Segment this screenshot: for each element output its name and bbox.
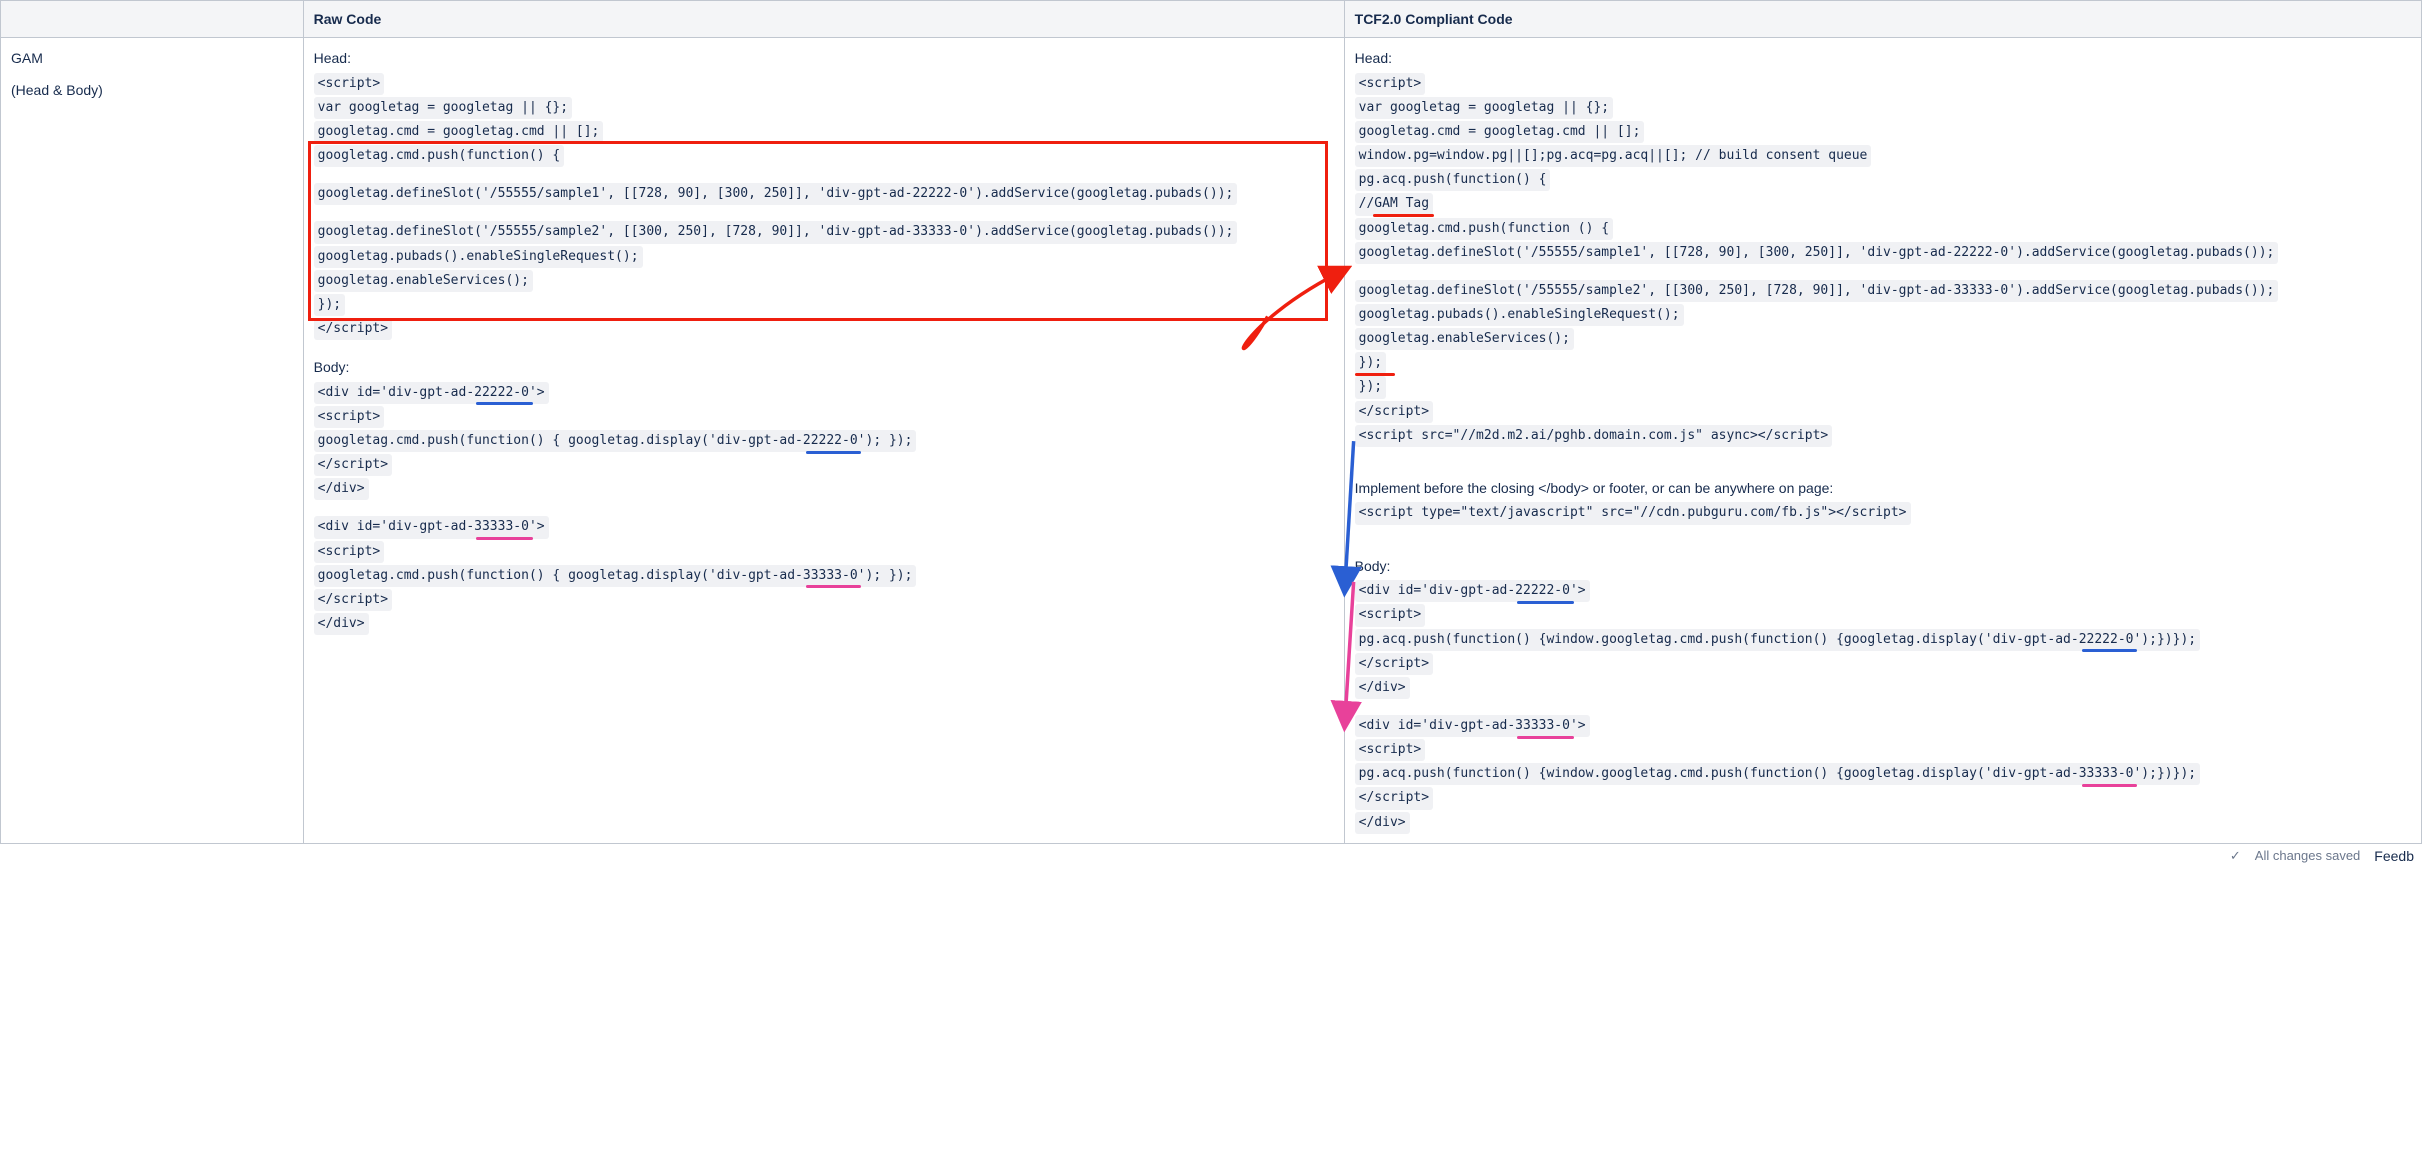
code-comparison-table: Raw Code TCF2.0 Compliant Code GAM (Head…	[0, 0, 2422, 844]
tcf-code-line: window.pg=window.pg||[];pg.acq=pg.acq||[…	[1355, 145, 1872, 167]
row-name-line2: (Head & Body)	[11, 80, 293, 102]
tcf-body-label: Body:	[1355, 556, 2411, 578]
tcf-code-line: googletag.defineSlot('/55555/sample2', […	[1355, 280, 2279, 302]
raw-code-line: googletag.cmd.push(function() {	[314, 145, 565, 167]
raw-code-line: googletag.defineSlot('/55555/sample1', […	[314, 183, 1238, 205]
table-row: GAM (Head & Body) Head: <script> var goo…	[1, 38, 2422, 844]
raw-body-label: Body:	[314, 357, 1334, 379]
raw-code-line: </script>	[314, 589, 392, 611]
tcf-code-line: googletag.pubads().enableSingleRequest()…	[1355, 304, 1684, 326]
header-tcf-code: TCF2.0 Compliant Code	[1344, 1, 2421, 38]
tcf-code-line: <script src="//m2d.m2.ai/pghb.domain.com…	[1355, 425, 1833, 447]
raw-code-line: });	[314, 294, 345, 316]
raw-code-line: var googletag = googletag || {};	[314, 97, 572, 119]
raw-code-line: </div>	[314, 478, 369, 500]
tcf-code-line: <script>	[1355, 739, 1426, 761]
tcf-code-line: });	[1355, 352, 1386, 374]
tcf-code-line: googletag.enableServices();	[1355, 328, 1574, 350]
tcf-code-line: <script type="text/javascript" src="//cd…	[1355, 502, 1911, 524]
tcf-code-line: <div id='div-gpt-ad-22222-0'>	[1355, 580, 1590, 602]
raw-code-line: <div id='div-gpt-ad-22222-0'>	[314, 382, 549, 404]
tcf-code-line: <script>	[1355, 604, 1426, 626]
tcf-code-cell: Head: <script> var googletag = googletag…	[1344, 38, 2421, 844]
tcf-code-line: </div>	[1355, 677, 1410, 699]
raw-code-line: </script>	[314, 454, 392, 476]
tcf-code-line: googletag.cmd = googletag.cmd || [];	[1355, 121, 1645, 143]
raw-code-line: <div id='div-gpt-ad-33333-0'>	[314, 516, 549, 538]
raw-code-line: googletag.cmd.push(function() { googleta…	[314, 430, 917, 452]
tcf-code-line: pg.acq.push(function() {window.googletag…	[1355, 763, 2200, 785]
raw-code-line: <script>	[314, 406, 385, 428]
tcf-code-line: </script>	[1355, 653, 1433, 675]
feedback-link[interactable]: Feedb	[2374, 848, 2414, 864]
tcf-code-line: });	[1355, 376, 1386, 398]
tcf-implement-note: Implement before the closing </body> or …	[1355, 478, 2411, 500]
raw-code-line: googletag.enableServices();	[314, 270, 533, 292]
saved-status: All changes saved	[2255, 848, 2361, 863]
row-name-cell: GAM (Head & Body)	[1, 38, 304, 844]
raw-code-line: <script>	[314, 73, 385, 95]
raw-head-label: Head:	[314, 48, 1334, 70]
footer-bar: ✓ All changes saved Feedb	[0, 844, 2422, 864]
raw-code-line: googletag.pubads().enableSingleRequest()…	[314, 246, 643, 268]
raw-code-line: </script>	[314, 318, 392, 340]
raw-code-line: </div>	[314, 613, 369, 635]
header-raw-code: Raw Code	[303, 1, 1344, 38]
tcf-code-line: </script>	[1355, 401, 1433, 423]
raw-code-line: googletag.cmd.push(function() { googleta…	[314, 565, 917, 587]
raw-code-cell: Head: <script> var googletag = googletag…	[303, 38, 1344, 844]
raw-code-line: <script>	[314, 541, 385, 563]
tcf-code-line: <script>	[1355, 73, 1426, 95]
tcf-code-line: </script>	[1355, 787, 1433, 809]
check-icon: ✓	[2230, 848, 2241, 864]
tcf-code-line: </div>	[1355, 812, 1410, 834]
tcf-code-line: <div id='div-gpt-ad-33333-0'>	[1355, 715, 1590, 737]
tcf-code-line: pg.acq.push(function() {window.googletag…	[1355, 629, 2200, 651]
raw-code-line: googletag.cmd = googletag.cmd || [];	[314, 121, 604, 143]
tcf-head-label: Head:	[1355, 48, 2411, 70]
tcf-code-line: var googletag = googletag || {};	[1355, 97, 1613, 119]
tcf-code-line: googletag.cmd.push(function () {	[1355, 218, 1613, 240]
tcf-code-line: pg.acq.push(function() {	[1355, 169, 1551, 191]
header-blank	[1, 1, 304, 38]
tcf-code-line: googletag.defineSlot('/55555/sample1', […	[1355, 242, 2279, 264]
row-name-line1: GAM	[11, 48, 293, 70]
raw-code-line: googletag.defineSlot('/55555/sample2', […	[314, 221, 1238, 243]
tcf-code-line: //GAM Tag	[1355, 193, 1433, 215]
